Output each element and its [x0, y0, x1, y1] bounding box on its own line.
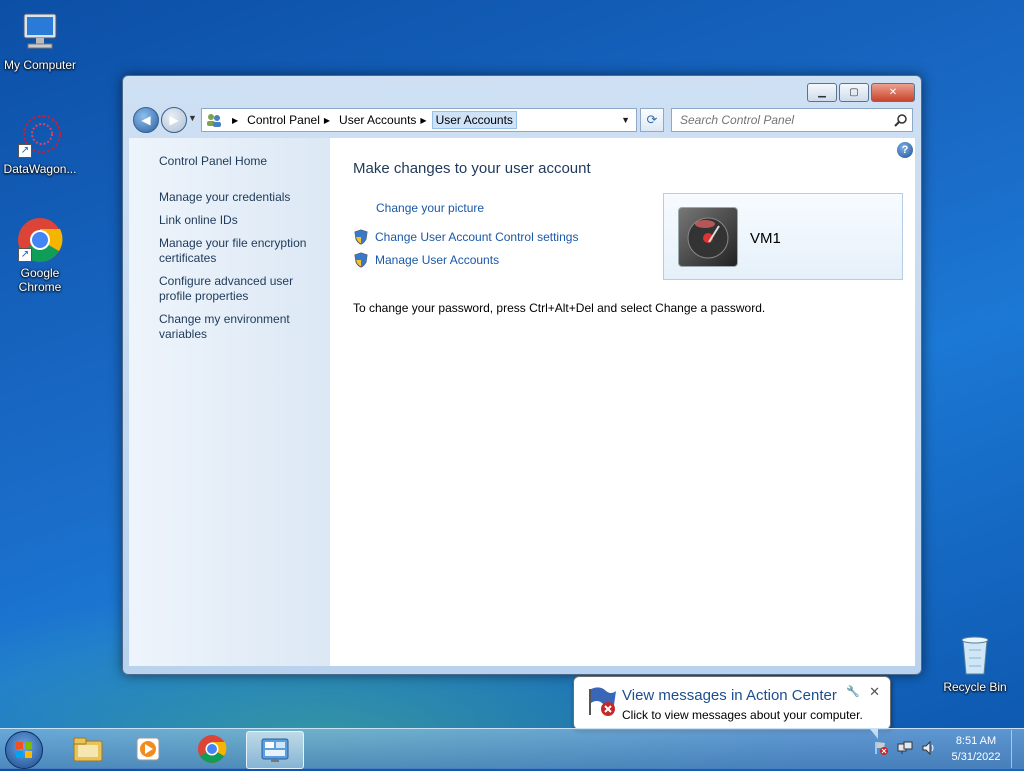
shortcut-arrow-icon: ↗ — [18, 144, 32, 158]
search-input[interactable] — [678, 112, 882, 128]
content-area: Control Panel Home Manage your credentia… — [129, 138, 915, 666]
refresh-icon: ⟳ — [646, 112, 658, 127]
user-accounts-icon — [207, 114, 221, 127]
desktop-icon-label: My Computer — [3, 58, 77, 72]
file-encryption-link[interactable]: Manage your file encryption certificates — [159, 236, 319, 266]
maximize-icon: ▢ — [849, 87, 859, 98]
desktop-icon-recycle-bin[interactable]: Recycle Bin — [935, 630, 1015, 694]
desktop-icon-my-computer[interactable]: My Computer — [0, 8, 80, 72]
media-player-icon — [136, 737, 160, 761]
search-box[interactable] — [671, 108, 913, 132]
start-button[interactable] — [5, 731, 43, 769]
recycle-bin-icon — [951, 630, 999, 678]
manage-user-accounts-link[interactable]: Manage User Accounts — [353, 252, 499, 268]
maximize-button[interactable]: ▢ — [839, 83, 869, 102]
environment-variables-link[interactable]: Change my environment variables — [159, 312, 319, 342]
control-panel-window: ▁ ▢ ✕ ◀ ▶ ▼ ▶ Control Panel ▶ User Accou… — [122, 75, 922, 675]
notification-title: View messages in Action Center — [622, 687, 837, 704]
control-panel-icon — [261, 738, 289, 762]
close-button[interactable]: ✕ — [871, 83, 915, 102]
desktop-icon-chrome[interactable]: ↗ Google Chrome — [0, 216, 80, 294]
manage-credentials-link[interactable]: Manage your credentials — [159, 190, 319, 205]
close-icon: ✕ — [888, 87, 898, 98]
window-controls: ▁ ▢ ✕ — [807, 83, 915, 102]
uac-shield-icon — [354, 252, 368, 268]
breadcrumb-user-accounts[interactable]: User Accounts — [339, 113, 416, 127]
breadcrumb-control-panel[interactable]: Control Panel — [247, 113, 320, 127]
action-center-tray-icon[interactable] — [873, 740, 889, 759]
back-arrow-icon: ◀ — [141, 113, 151, 127]
breadcrumb-separator-icon[interactable]: ▶ — [420, 116, 426, 125]
address-dropdown-icon[interactable]: ▼ — [621, 115, 630, 125]
taskbar-chrome[interactable] — [184, 731, 240, 767]
address-bar[interactable]: ▶ Control Panel ▶ User Accounts ▶ User A… — [201, 108, 637, 132]
breadcrumb-separator-icon[interactable]: ▶ — [232, 116, 238, 125]
notification-options-icon[interactable]: 🔧 — [846, 685, 860, 698]
change-picture-link[interactable]: Change your picture — [376, 201, 484, 215]
task-label: Change your picture — [376, 201, 485, 215]
task-pane: Control Panel Home Manage your credentia… — [129, 138, 330, 666]
volume-icon[interactable] — [921, 740, 937, 759]
page-title: Make changes to your user account — [353, 160, 591, 177]
user-account-tile: VM1 — [663, 193, 903, 280]
folder-icon — [73, 737, 103, 762]
recent-pages-dropdown[interactable]: ▼ — [188, 113, 197, 123]
clock-time: 8:51 AM — [955, 735, 997, 747]
system-tray: 8:51 AM 5/31/2022 — [873, 729, 1024, 769]
back-button[interactable]: ◀ — [133, 107, 159, 133]
action-center-notification[interactable]: View messages in Action Center Click to … — [573, 676, 891, 739]
clock[interactable]: 8:51 AM 5/31/2022 — [945, 733, 1007, 765]
desktop-icon-label: Recycle Bin — [943, 680, 1007, 694]
desktop-icon-datawagon[interactable]: ↗ DataWagon... — [0, 112, 80, 176]
clock-date: 5/31/2022 — [951, 751, 1001, 763]
user-picture-avatar — [678, 207, 738, 267]
taskbar-explorer[interactable] — [60, 731, 116, 767]
taskbar: 8:51 AM 5/31/2022 — [0, 728, 1024, 769]
chrome-icon — [198, 735, 227, 763]
breadcrumb-user-accounts-current[interactable]: User Accounts — [431, 111, 517, 129]
action-center-flag-icon — [589, 687, 616, 716]
advanced-profile-link[interactable]: Configure advanced user profile properti… — [159, 274, 319, 304]
windows-logo-icon — [16, 742, 32, 758]
help-icon[interactable]: ? — [897, 142, 913, 158]
notification-close-icon[interactable]: ✕ — [869, 684, 880, 700]
forward-button[interactable]: ▶ — [161, 107, 187, 133]
user-name: VM1 — [750, 230, 781, 247]
breadcrumb-separator-icon[interactable]: ▶ — [324, 116, 330, 125]
minimize-icon: ▁ — [818, 87, 826, 98]
show-desktop-button[interactable] — [1011, 730, 1024, 768]
computer-icon — [16, 8, 64, 56]
task-label: Change User Account Control settings — [375, 230, 579, 244]
task-label: Manage User Accounts — [375, 253, 500, 267]
search-icon — [894, 114, 907, 127]
password-note: To change your password, press Ctrl+Alt+… — [353, 301, 766, 315]
navigation-bar: ◀ ▶ ▼ ▶ Control Panel ▶ User Accounts ▶ … — [131, 107, 913, 133]
forward-arrow-icon: ▶ — [169, 113, 179, 127]
shortcut-arrow-icon: ↗ — [18, 248, 32, 262]
network-icon[interactable] — [897, 740, 913, 759]
minimize-button[interactable]: ▁ — [807, 83, 837, 102]
desktop-icon-label: DataWagon... — [3, 162, 77, 176]
link-online-ids-link[interactable]: Link online IDs — [159, 213, 319, 228]
desktop-icon-label: Google Chrome — [18, 266, 62, 294]
uac-shield-icon — [354, 229, 368, 245]
uac-settings-link[interactable]: Change User Account Control settings — [353, 229, 578, 245]
notification-body: Click to view messages about your comput… — [622, 708, 863, 722]
main-panel: ? Make changes to your user account Chan… — [331, 138, 915, 666]
refresh-button[interactable]: ⟳ — [640, 108, 664, 132]
control-panel-home-link[interactable]: Control Panel Home — [159, 154, 319, 169]
taskbar-control-panel[interactable] — [246, 731, 304, 769]
chrome-icon: ↗ — [16, 216, 64, 264]
taskbar-media-player[interactable] — [120, 731, 176, 767]
datawagon-icon: ↗ — [16, 112, 64, 160]
